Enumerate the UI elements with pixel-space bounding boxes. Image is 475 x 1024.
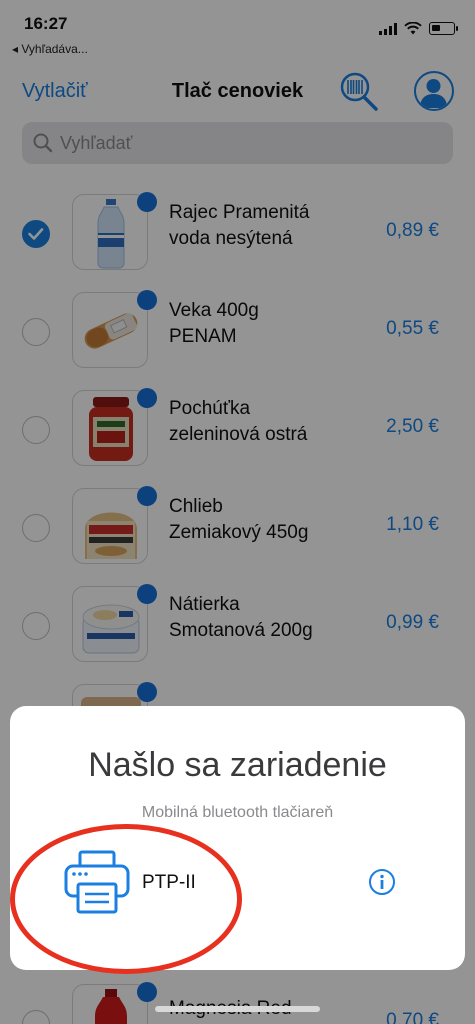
home-indicator[interactable] bbox=[155, 1006, 320, 1012]
app-screen: 16:27 ◂ Vyhľadáva... Vytlačiť Tlač cenov… bbox=[0, 0, 475, 1024]
sheet-subtitle: Mobilná bluetooth tlačiareň bbox=[141, 804, 334, 821]
annotation-highlight-circle bbox=[10, 824, 242, 974]
info-icon[interactable] bbox=[368, 868, 396, 896]
sheet-heading: Našlo sa zariadenie bbox=[88, 746, 387, 784]
